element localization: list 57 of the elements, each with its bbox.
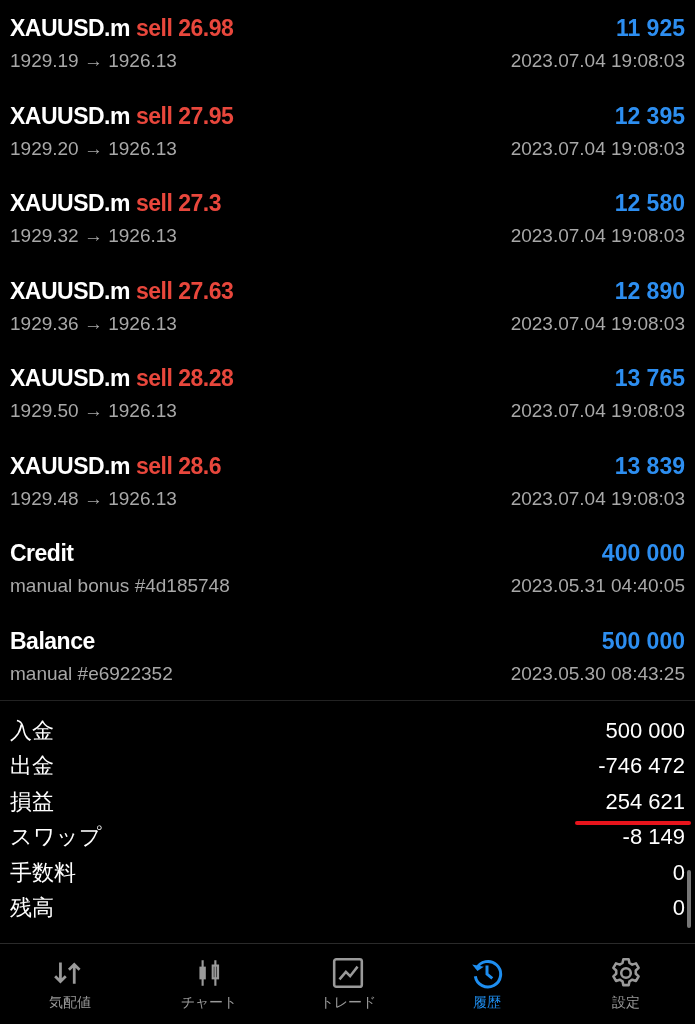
profit-amount: 12 395 — [614, 102, 685, 130]
deal-time: 2023.07.04 19:08:03 — [510, 225, 685, 248]
summary-label: 損益 — [10, 787, 54, 816]
deal-time: 2023.07.04 19:08:03 — [510, 50, 685, 73]
tab[interactable]: 設定 — [556, 944, 695, 1024]
profit-amount: 13 839 — [614, 452, 685, 480]
deal-time: 2023.07.04 19:08:03 — [510, 400, 685, 423]
line-chart-icon — [330, 956, 365, 990]
symbol-label: XAUUSD.m — [10, 452, 130, 480]
symbol-label: XAUUSD.m — [10, 277, 130, 305]
profit-amount: 11 925 — [615, 15, 685, 43]
deal-time: 2023.07.04 19:08:03 — [510, 312, 685, 335]
tab[interactable]: チャート — [139, 944, 278, 1024]
price-range: 1929.19 → 1926.13 — [10, 50, 177, 73]
summary-label: 出金 — [10, 752, 54, 781]
profit-amount: 12 580 — [614, 190, 685, 218]
summary-label: 残高 — [10, 894, 54, 923]
profit-amount: 500 000 — [601, 627, 685, 655]
deal-time: 2023.05.30 08:43:25 — [510, 662, 685, 685]
deal-time: 2023.07.04 19:08:03 — [510, 137, 685, 160]
deal-type-label: Credit — [10, 540, 74, 568]
deal-type-label: Balance — [10, 627, 95, 655]
scrollbar — [687, 870, 691, 928]
profit-amount: 13 765 — [614, 365, 685, 393]
symbol-label: XAUUSD.m — [10, 365, 130, 393]
trade-action: sell 28.6 — [135, 452, 221, 480]
deal-comment: manual #e6922352 — [10, 662, 173, 685]
summary-value: -8 149 — [622, 824, 685, 851]
tab[interactable]: 履歴 — [417, 944, 556, 1024]
price-range: 1929.50 → 1926.13 — [10, 400, 177, 423]
trade-action: sell 27.63 — [135, 277, 234, 305]
summary-value: 0 — [672, 859, 685, 886]
profit-amount: 400 000 — [601, 540, 685, 568]
price-range: 1929.32 → 1926.13 — [10, 225, 177, 248]
trade-action: sell 27.3 — [135, 190, 221, 218]
symbol-label: XAUUSD.m — [10, 102, 130, 130]
summary-value: -746 472 — [598, 753, 685, 780]
deal-time: 2023.07.04 19:08:03 — [510, 487, 685, 510]
summary-value: 0 — [672, 895, 685, 922]
summary-label: 入金 — [10, 716, 54, 745]
summary-value: 254 621 — [605, 788, 685, 815]
deal-comment: manual bonus #4d185748 — [10, 575, 230, 598]
symbol-label: XAUUSD.m — [10, 15, 130, 43]
price-range: 1929.36 → 1926.13 — [10, 312, 177, 335]
deal-time: 2023.05.31 04:40:05 — [510, 575, 685, 598]
summary-label: スワップ — [10, 823, 102, 852]
price-range: 1929.48 → 1926.13 — [10, 487, 177, 510]
trade-action: sell 26.98 — [135, 15, 234, 43]
profit-amount: 12 890 — [614, 277, 685, 305]
trade-action: sell 28.28 — [135, 365, 234, 393]
symbol-label: XAUUSD.m — [10, 190, 130, 218]
price-range: 1929.20 → 1926.13 — [10, 137, 177, 160]
tab[interactable]: トレード — [278, 944, 417, 1024]
summary-value: 500 000 — [605, 717, 685, 744]
tab[interactable]: 気配値 — [0, 944, 139, 1024]
summary-label: 手数料 — [10, 858, 76, 887]
trade-action: sell 27.95 — [135, 102, 234, 130]
